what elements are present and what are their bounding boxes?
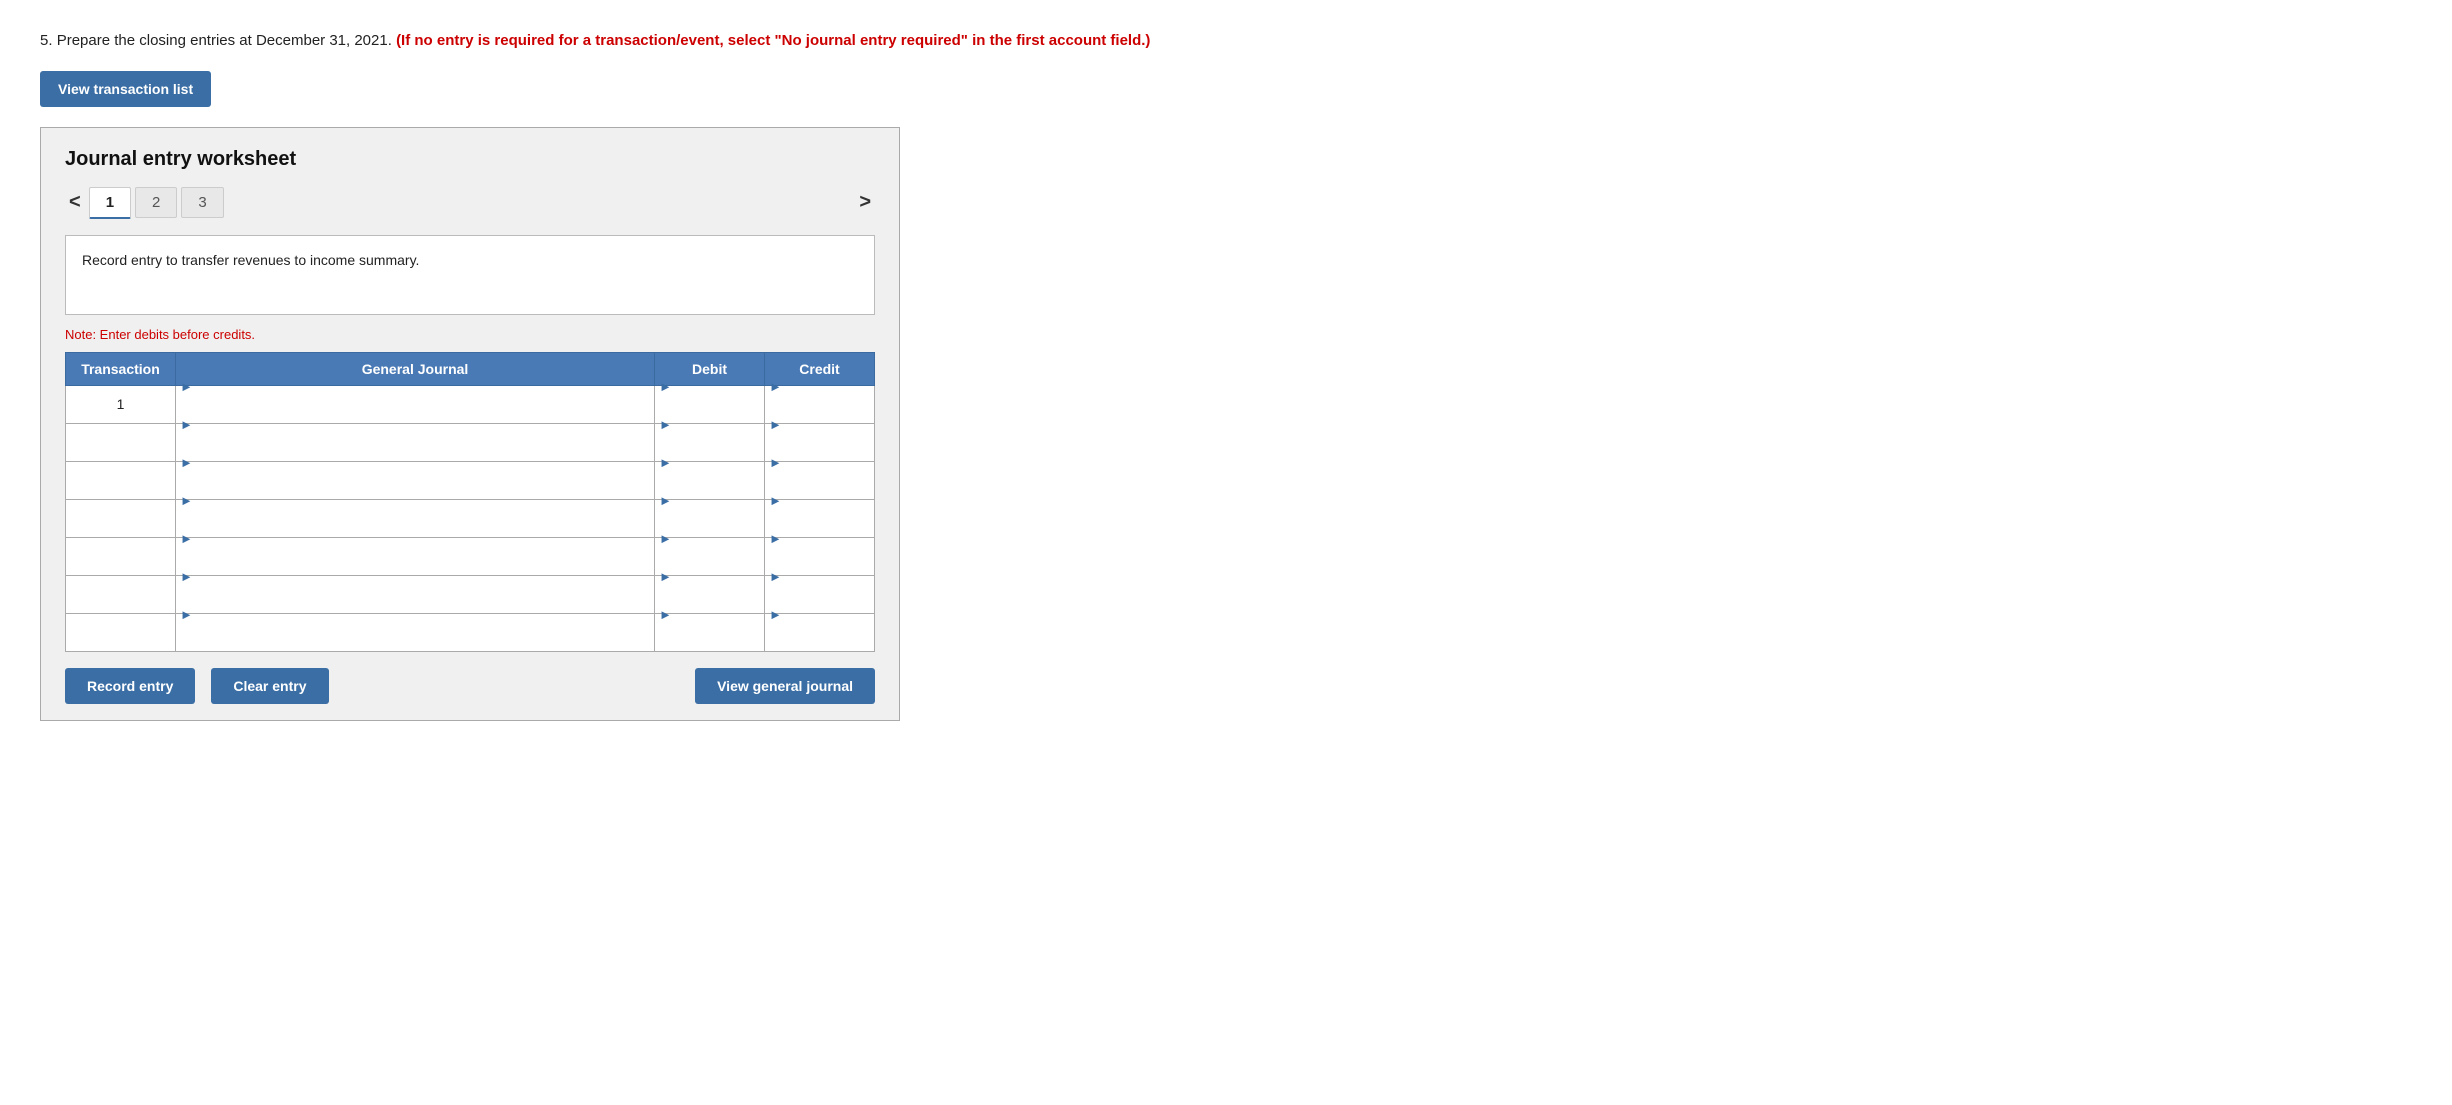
transaction-cell [66, 423, 176, 461]
record-entry-button[interactable]: Record entry [65, 668, 195, 704]
credit-input[interactable] [769, 622, 870, 659]
col-header-transaction: Transaction [66, 352, 176, 385]
general-journal-cell[interactable]: ► [176, 385, 655, 423]
debit-arrow-icon: ► [659, 455, 672, 470]
credit-arrow-icon: ► [769, 455, 782, 470]
tab-3[interactable]: 3 [181, 187, 223, 218]
question-text: 5. Prepare the closing entries at Decemb… [40, 30, 2412, 53]
transaction-cell [66, 575, 176, 613]
general-journal-cell[interactable]: ► [176, 423, 655, 461]
credit-arrow-icon: ► [769, 379, 782, 394]
question-text-normal: Prepare the closing entries at December … [57, 32, 392, 49]
clear-entry-button[interactable]: Clear entry [211, 668, 328, 704]
general-journal-cell[interactable]: ► [176, 575, 655, 613]
entry-description: Record entry to transfer revenues to inc… [65, 235, 875, 315]
tab-2[interactable]: 2 [135, 187, 177, 218]
debit-cell[interactable]: ► [655, 613, 765, 651]
table-row: ►►► [66, 613, 875, 651]
next-tab-arrow[interactable]: > [855, 191, 875, 214]
transaction-cell [66, 537, 176, 575]
gj-arrow-icon: ► [180, 493, 193, 508]
worksheet-title: Journal entry worksheet [65, 148, 875, 171]
journal-table: Transaction General Journal Debit Credit… [65, 352, 875, 652]
worksheet-container: Journal entry worksheet < 1 2 3 > Record… [40, 127, 900, 721]
gj-arrow-icon: ► [180, 417, 193, 432]
tab-navigation: < 1 2 3 > [65, 187, 875, 219]
debit-arrow-icon: ► [659, 417, 672, 432]
debit-arrow-icon: ► [659, 531, 672, 546]
general-journal-input[interactable] [180, 622, 650, 659]
transaction-cell [66, 613, 176, 651]
view-transaction-list-button[interactable]: View transaction list [40, 71, 211, 107]
col-header-general-journal: General Journal [176, 352, 655, 385]
note-text: Note: Enter debits before credits. [65, 327, 875, 342]
transaction-cell [66, 499, 176, 537]
question-text-highlight: (If no entry is required for a transacti… [396, 32, 1150, 49]
view-general-journal-button[interactable]: View general journal [695, 668, 875, 704]
general-journal-cell[interactable]: ► [176, 499, 655, 537]
general-journal-cell[interactable]: ► [176, 461, 655, 499]
gj-arrow-icon: ► [180, 379, 193, 394]
credit-arrow-icon: ► [769, 417, 782, 432]
credit-cell[interactable]: ► [765, 613, 875, 651]
general-journal-cell[interactable]: ► [176, 613, 655, 651]
transaction-cell: 1 [66, 385, 176, 423]
credit-arrow-icon: ► [769, 607, 782, 622]
debit-arrow-icon: ► [659, 493, 672, 508]
general-journal-cell[interactable]: ► [176, 537, 655, 575]
gj-arrow-icon: ► [180, 569, 193, 584]
debit-input[interactable] [659, 622, 760, 659]
gj-arrow-icon: ► [180, 607, 193, 622]
debit-arrow-icon: ► [659, 569, 672, 584]
debit-arrow-icon: ► [659, 379, 672, 394]
bottom-buttons: Record entry Clear entry View general jo… [65, 652, 875, 720]
credit-arrow-icon: ► [769, 569, 782, 584]
debit-arrow-icon: ► [659, 607, 672, 622]
question-number: 5. [40, 32, 53, 49]
credit-arrow-icon: ► [769, 493, 782, 508]
credit-arrow-icon: ► [769, 531, 782, 546]
gj-arrow-icon: ► [180, 455, 193, 470]
gj-arrow-icon: ► [180, 531, 193, 546]
tab-1[interactable]: 1 [89, 187, 131, 219]
transaction-cell [66, 461, 176, 499]
prev-tab-arrow[interactable]: < [65, 191, 85, 214]
